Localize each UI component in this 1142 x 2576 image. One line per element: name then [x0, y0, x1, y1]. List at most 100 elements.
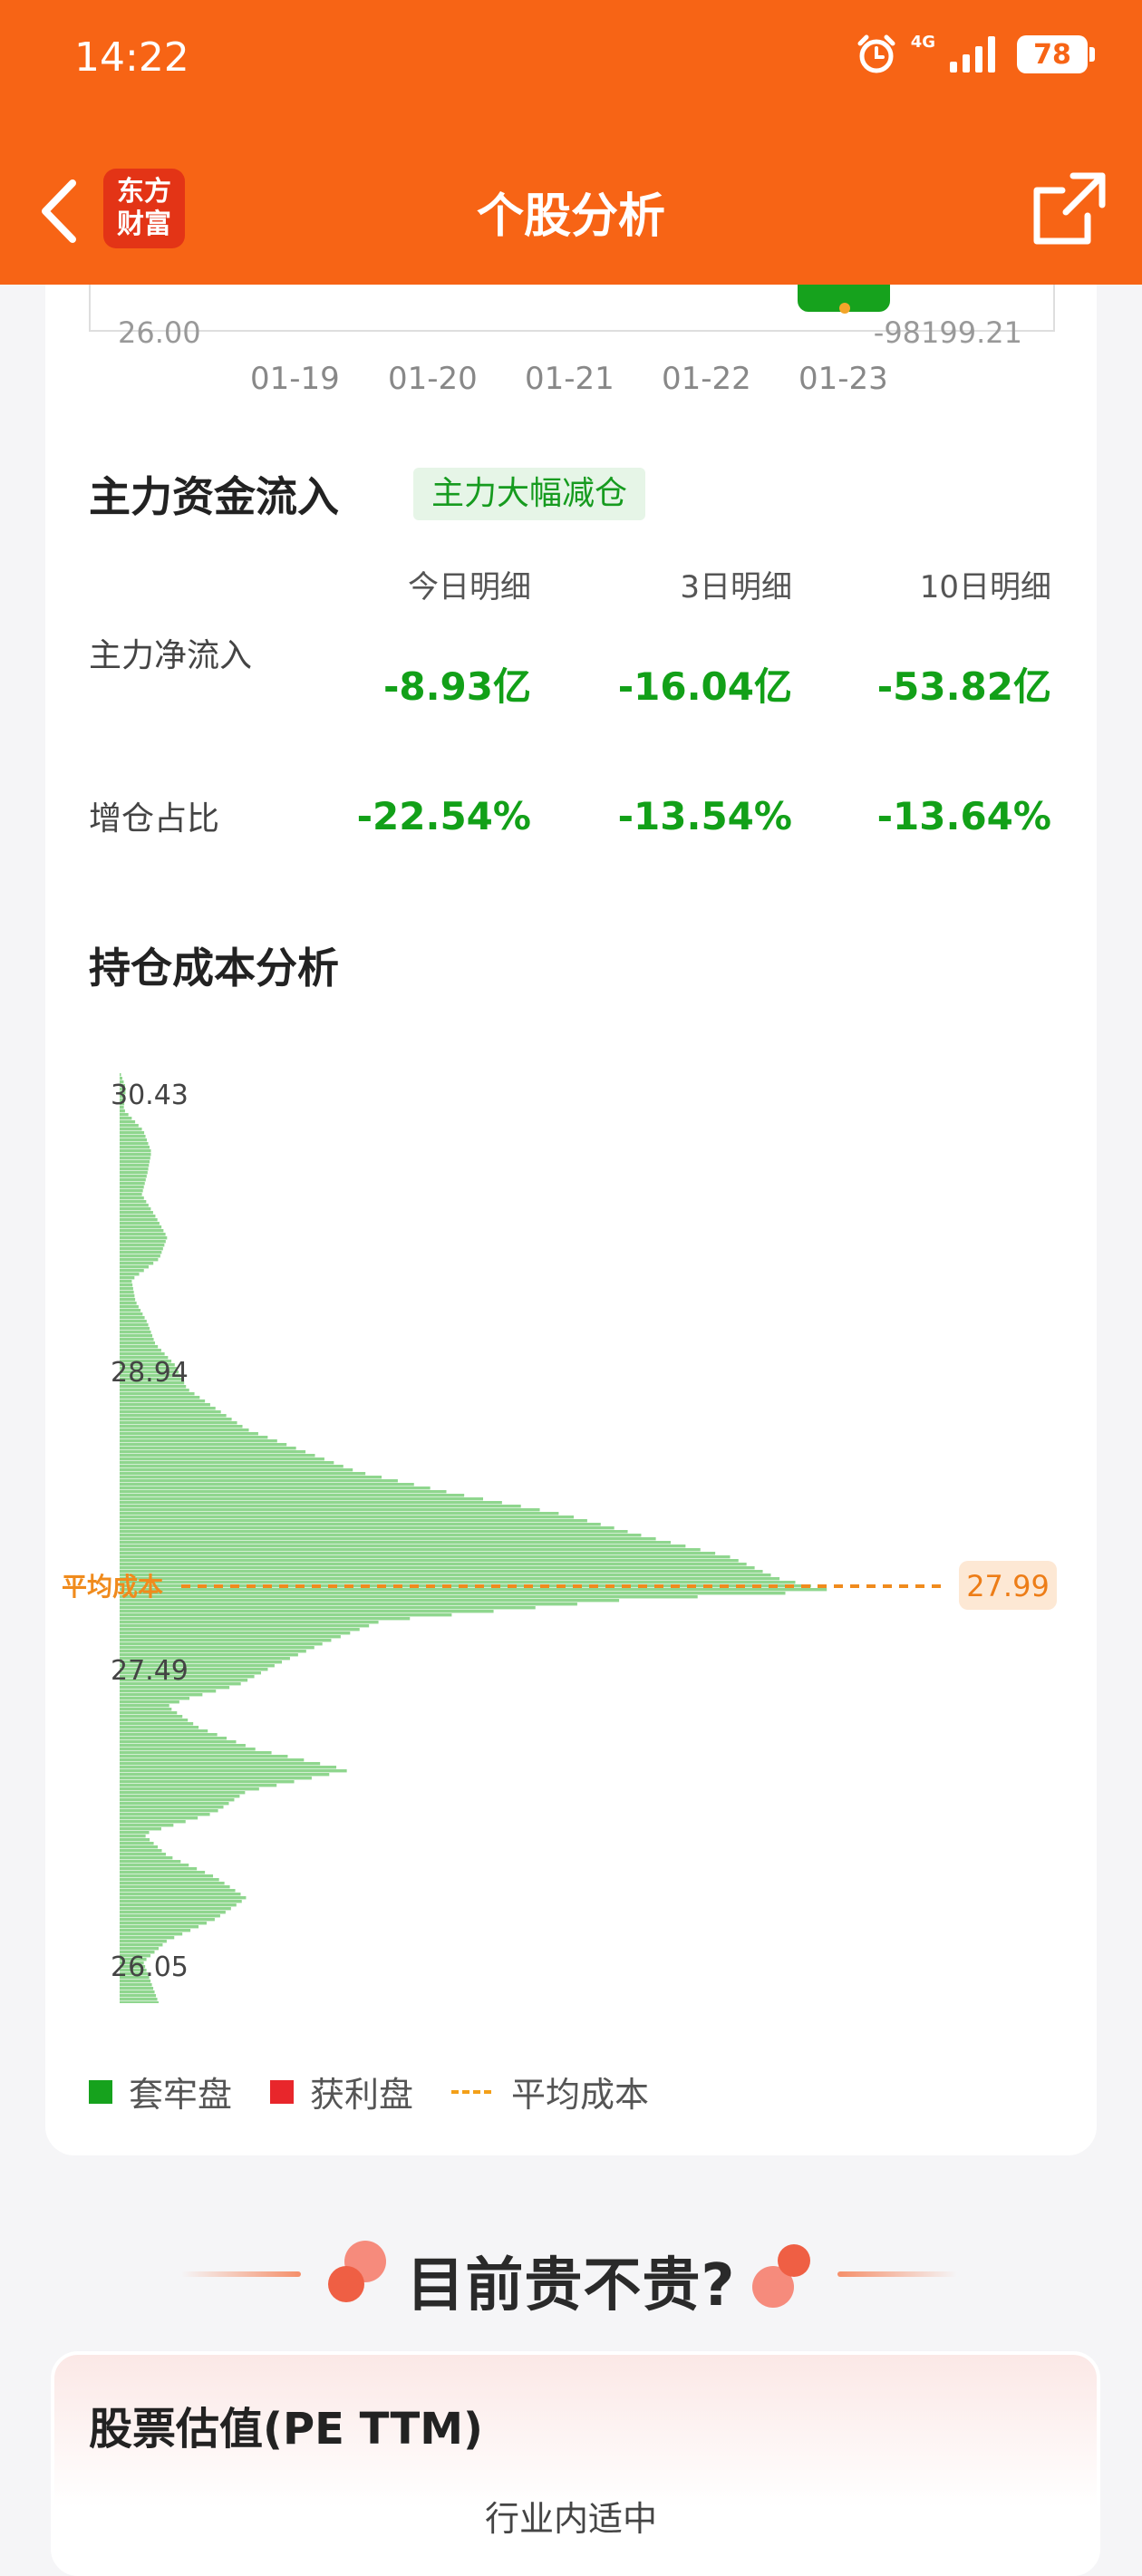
- distribution-bar: [120, 1983, 152, 1987]
- distribution-bar: [120, 1113, 129, 1117]
- average-cost-value: 27.99: [966, 1569, 1050, 1603]
- distribution-bar: [120, 1200, 147, 1204]
- distribution-bar: [120, 1508, 540, 1512]
- distribution-bar: [120, 1867, 198, 1871]
- distribution-bar: [120, 1690, 217, 1693]
- distribution-bar: [120, 1842, 154, 1845]
- distribution-bar: [120, 1211, 153, 1215]
- distribution-bar: [120, 1258, 159, 1262]
- distribution-bar: [120, 1305, 139, 1309]
- page-title: 个股分析: [476, 189, 665, 244]
- distribution-bar: [120, 1541, 671, 1545]
- distribution-bar: [120, 1896, 247, 1900]
- distribution-bar: [120, 1545, 686, 1548]
- distribution-bar: [120, 1816, 198, 1820]
- distribution-bar: [120, 1693, 203, 1697]
- distribution-bar: [120, 1399, 206, 1403]
- distribution-bar: [120, 1577, 780, 1581]
- distribution-bar: [120, 1751, 272, 1755]
- distribution-bar: [120, 1574, 771, 1577]
- distribution-bar: [120, 1548, 701, 1552]
- distribution-bar: [120, 1856, 173, 1860]
- distribution-bar: [120, 1175, 147, 1178]
- distribution-bar: [120, 1186, 144, 1189]
- valuation-card[interactable]: [51, 2351, 1100, 2576]
- mini-chart-left-value: 26.00: [118, 315, 201, 350]
- signal-icon: [950, 36, 995, 73]
- distribution-bar: [120, 1628, 360, 1632]
- column-header-10day: 10日明细: [919, 569, 1051, 605]
- distribution-bar: [120, 1331, 151, 1334]
- distribution-bar: [120, 1215, 156, 1218]
- distribution-bar: [120, 1247, 163, 1251]
- distribution-bar: [120, 1244, 165, 1247]
- distribution-bar: [120, 1236, 168, 1240]
- share-icon[interactable]: [1030, 169, 1109, 248]
- distribution-bar: [120, 1124, 139, 1128]
- distribution-bar: [120, 1603, 577, 1606]
- distribution-bar: [120, 1149, 151, 1153]
- distribution-bar: [120, 1189, 143, 1193]
- distribution-bar: [120, 1418, 232, 1421]
- distribution-bar: [120, 1157, 150, 1160]
- distribution-bar: [120, 1740, 237, 1744]
- distribution-bar: [120, 1472, 366, 1476]
- distribution-bar: [120, 1142, 149, 1146]
- distribution-bar: [120, 1280, 132, 1283]
- y-tick-label: 28.94: [111, 1357, 189, 1389]
- distribution-bar: [120, 1262, 154, 1265]
- distribution-bar: [120, 1835, 146, 1838]
- distribution-bar: [120, 1389, 189, 1392]
- network-type: 4G: [910, 32, 935, 52]
- distribution-bar: [120, 1943, 163, 1947]
- distribution-bar: [120, 1519, 587, 1523]
- distribution-bar: [120, 1838, 150, 1842]
- legend-dash-orange: [451, 2089, 492, 2094]
- distribution-bar: [120, 1432, 258, 1436]
- distribution-bar: [120, 1128, 142, 1131]
- distribution-bar: [120, 1229, 164, 1233]
- distribution-bar: [120, 1182, 145, 1186]
- distribution-bar: [120, 1403, 210, 1407]
- distribution-bar: [120, 1135, 146, 1138]
- distribution-bar: [120, 1784, 277, 1787]
- status-icons: 4G 78: [855, 32, 1095, 76]
- distribution-bar: [120, 1526, 615, 1530]
- distribution-bar: [120, 1806, 224, 1809]
- distribution-bar: [120, 1338, 154, 1341]
- distribution-bar: [120, 1479, 398, 1483]
- distribution-bar: [120, 1581, 796, 1584]
- distribution-bar: [120, 1465, 344, 1468]
- distribution-bar: [120, 1700, 179, 1704]
- distribution-bar: [120, 1555, 731, 1559]
- distribution-bar: [120, 1461, 334, 1465]
- position-ratio-3day: -13.54%: [617, 794, 792, 838]
- row-label-position-ratio: 增仓占比: [89, 800, 220, 838]
- chart-legend: 套牢盘 获利盘 平均成本: [89, 2067, 687, 2116]
- distribution-bar: [120, 1755, 288, 1758]
- distribution-bar: [120, 1516, 574, 1519]
- distribution-bar: [120, 1621, 379, 1624]
- distribution-bar: [120, 1820, 186, 1824]
- distribution-bar: [120, 1907, 231, 1911]
- average-cost-label: 平均成本: [62, 1572, 163, 1602]
- distribution-bar: [120, 1312, 143, 1316]
- distribution-bar: [120, 1932, 183, 1936]
- distribution-bar: [120, 1131, 145, 1135]
- distribution-bar: [120, 1410, 221, 1414]
- distribution-bar: [120, 1777, 312, 1780]
- distribution-bar: [120, 1218, 158, 1222]
- distribution-bar: [120, 1225, 162, 1229]
- date-label: 01-22: [662, 361, 751, 397]
- valuation-banner: 目前贵不贵?: [406, 2252, 736, 2319]
- app-header: 14:22 4G 78 东方 财富 个股分析: [0, 0, 1142, 285]
- distribution-bar: [120, 1900, 242, 1903]
- distribution-bar: [120, 1947, 159, 1951]
- distribution-bar: [120, 1719, 189, 1722]
- distribution-bar: [120, 1407, 216, 1410]
- date-label: 01-19: [250, 361, 340, 397]
- distribution-bar: [120, 1327, 150, 1331]
- y-tick-label: 27.49: [111, 1655, 189, 1687]
- net-inflow-3day: -16.04亿: [617, 664, 792, 709]
- position-ratio-today: -22.54%: [356, 794, 531, 838]
